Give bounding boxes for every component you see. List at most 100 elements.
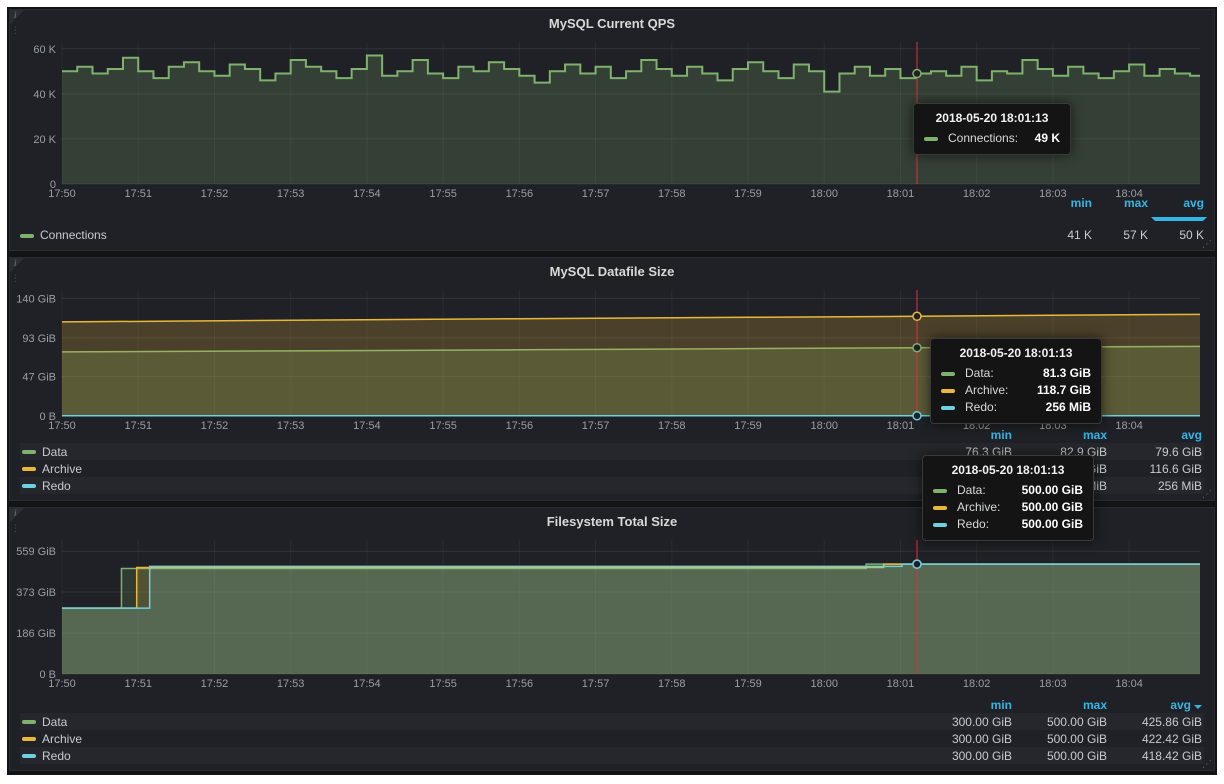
svg-text:186 GiB: 186 GiB bbox=[16, 628, 56, 640]
svg-text:60 K: 60 K bbox=[33, 44, 56, 56]
svg-text:17:53: 17:53 bbox=[277, 678, 305, 690]
page: i ⋮ MySQL Current QPS 17:5017:5117:5217:… bbox=[0, 0, 1224, 784]
series-color-dash-icon bbox=[22, 754, 36, 758]
legend-header-max[interactable]: max bbox=[1092, 196, 1148, 224]
tooltip-series-value: 500.00 GiB bbox=[1022, 516, 1083, 533]
svg-text:40 K: 40 K bbox=[33, 89, 56, 101]
legend-series-label: Connections bbox=[40, 228, 107, 242]
panel-filesystem-total-size: i ⋮ Filesystem Total Size 17:5017:5117:5… bbox=[9, 507, 1215, 771]
tooltip-series-value: 118.7 GiB bbox=[1037, 382, 1091, 399]
svg-text:17:55: 17:55 bbox=[429, 678, 457, 690]
panel-title[interactable]: MySQL Datafile Size bbox=[10, 264, 1214, 279]
tooltip-row: Redo: 500.00 GiB bbox=[933, 516, 1083, 533]
legend-header-max[interactable]: max bbox=[1012, 428, 1107, 442]
legend-item-archive[interactable]: Archive bbox=[22, 732, 917, 746]
svg-text:93 GiB: 93 GiB bbox=[22, 333, 56, 345]
legend-item-connections[interactable]: Connections bbox=[20, 228, 107, 242]
panel-resize-handle-icon[interactable]: ⋰ bbox=[1202, 489, 1212, 500]
legend-avg-value: 422.42 GiB bbox=[1107, 732, 1202, 746]
legend-row-data: Data 300.00 GiB 500.00 GiB 425.86 GiB bbox=[20, 713, 1204, 730]
series-color-dash-icon bbox=[933, 506, 947, 510]
svg-text:17:57: 17:57 bbox=[582, 678, 610, 690]
caret-down-icon bbox=[1151, 217, 1207, 221]
legend-min-value: 300.00 GiB bbox=[917, 732, 1012, 746]
legend-item-redo[interactable]: Redo bbox=[22, 749, 917, 763]
legend-avg-value: 116.6 GiB bbox=[1107, 462, 1202, 476]
tooltip-row: Archive: 118.7 GiB bbox=[941, 382, 1091, 399]
legend-max-value: 500.00 GiB bbox=[1012, 732, 1107, 746]
panel-title[interactable]: MySQL Current QPS bbox=[10, 16, 1214, 31]
tooltip-series-value: 49 K bbox=[1035, 130, 1060, 147]
caret-down-icon bbox=[1194, 705, 1202, 709]
series-color-dash-icon bbox=[20, 234, 34, 238]
legend-max-value: 57 K bbox=[1092, 228, 1148, 242]
legend-header-row: min max avg bbox=[20, 696, 1204, 713]
series-color-dash-icon bbox=[941, 389, 955, 393]
series-color-dash-icon bbox=[22, 737, 36, 741]
series-color-dash-icon bbox=[941, 406, 955, 410]
legend-header-min[interactable]: min bbox=[917, 428, 1012, 442]
tooltip-series-label: Data: bbox=[957, 482, 986, 499]
svg-text:47 GiB: 47 GiB bbox=[22, 372, 56, 384]
tooltip-series-value: 256 MiB bbox=[1046, 399, 1091, 416]
legend-max-value: 500.00 GiB bbox=[1012, 749, 1107, 763]
legend-item-data[interactable]: Data bbox=[22, 445, 917, 459]
svg-text:18:04: 18:04 bbox=[1115, 678, 1143, 690]
svg-text:17:51: 17:51 bbox=[124, 678, 152, 690]
legend-max-value: 500.00 GiB bbox=[1012, 715, 1107, 729]
tooltip-series-label: Archive: bbox=[965, 382, 1008, 399]
legend-min-value: 300.00 GiB bbox=[917, 749, 1012, 763]
tooltip-timestamp: 2018-05-20 18:01:13 bbox=[933, 463, 1083, 477]
legend-header-avg[interactable]: avg bbox=[1148, 196, 1204, 224]
svg-text:17:56: 17:56 bbox=[506, 678, 534, 690]
filesystem-chart[interactable]: 17:5017:5117:5217:5317:5417:5517:5617:57… bbox=[16, 534, 1208, 692]
svg-text:20 K: 20 K bbox=[33, 134, 56, 146]
tooltip-series-label: Connections: bbox=[948, 130, 1018, 147]
series-color-dash-icon bbox=[941, 372, 955, 376]
legend-header-max[interactable]: max bbox=[1012, 698, 1107, 712]
legend-header-avg[interactable]: avg bbox=[1107, 698, 1202, 712]
series-color-dash-icon bbox=[22, 720, 36, 724]
svg-text:17:59: 17:59 bbox=[734, 678, 762, 690]
tooltip-series-label: Redo: bbox=[957, 516, 989, 533]
legend-header-min[interactable]: min bbox=[917, 698, 1012, 712]
legend-row-archive: Archive 300.00 GiB 500.00 GiB 422.42 GiB bbox=[20, 730, 1204, 747]
tooltip-row: Connections: 49 K bbox=[924, 130, 1060, 147]
tooltip-series-label: Archive: bbox=[957, 499, 1000, 516]
svg-text:18:02: 18:02 bbox=[963, 678, 991, 690]
svg-text:18:01: 18:01 bbox=[887, 678, 915, 690]
panel-resize-handle-icon[interactable]: ⋰ bbox=[1202, 759, 1212, 770]
filesystem-chart-area: 17:5017:5117:5217:5317:5417:5517:5617:57… bbox=[16, 534, 1208, 692]
tooltip-datafile: 2018-05-20 18:01:13 Data: 81.3 GiB Archi… bbox=[930, 338, 1102, 424]
svg-text:0 B: 0 B bbox=[39, 669, 56, 681]
series-color-dash-icon bbox=[22, 450, 36, 454]
legend: min max avg Data 300.00 GiB 500.00 GiB 4… bbox=[20, 696, 1204, 764]
legend-avg-value: 256 MiB bbox=[1107, 479, 1202, 493]
tooltip-qps: 2018-05-20 18:01:13 Connections: 49 K bbox=[913, 103, 1071, 155]
tooltip-timestamp: 2018-05-20 18:01:13 bbox=[941, 346, 1091, 360]
series-color-dash-icon bbox=[933, 489, 947, 493]
legend-header-row: min max avg bbox=[20, 426, 1204, 443]
legend-item-data[interactable]: Data bbox=[22, 715, 917, 729]
svg-text:0: 0 bbox=[50, 179, 56, 191]
legend: Connections min max avg 41 K 57 K 50 K bbox=[20, 196, 1204, 242]
tooltip-filesystem: 2018-05-20 18:01:13 Data: 500.00 GiB Arc… bbox=[922, 455, 1094, 541]
panel-resize-handle-icon[interactable]: ⋰ bbox=[1202, 239, 1212, 250]
series-color-dash-icon bbox=[933, 523, 947, 527]
svg-text:559 GiB: 559 GiB bbox=[16, 546, 56, 558]
legend-header-avg[interactable]: avg bbox=[1107, 428, 1202, 442]
svg-text:140 GiB: 140 GiB bbox=[16, 293, 56, 305]
legend-item-archive[interactable]: Archive bbox=[22, 462, 917, 476]
legend-avg-value: 418.42 GiB bbox=[1107, 749, 1202, 763]
tooltip-series-value: 81.3 GiB bbox=[1043, 365, 1091, 382]
legend-row-redo: Redo 300.00 GiB 500.00 GiB 418.42 GiB bbox=[20, 747, 1204, 764]
legend-header-min[interactable]: min bbox=[1036, 196, 1092, 224]
legend-avg-value: 425.86 GiB bbox=[1107, 715, 1202, 729]
tooltip-row: Archive: 500.00 GiB bbox=[933, 499, 1083, 516]
series-color-dash-icon bbox=[22, 484, 36, 488]
tooltip-timestamp: 2018-05-20 18:01:13 bbox=[924, 111, 1060, 125]
tooltip-series-value: 500.00 GiB bbox=[1022, 499, 1083, 516]
svg-text:17:58: 17:58 bbox=[658, 678, 686, 690]
tooltip-row: Redo: 256 MiB bbox=[941, 399, 1091, 416]
legend-item-redo[interactable]: Redo bbox=[22, 479, 917, 493]
